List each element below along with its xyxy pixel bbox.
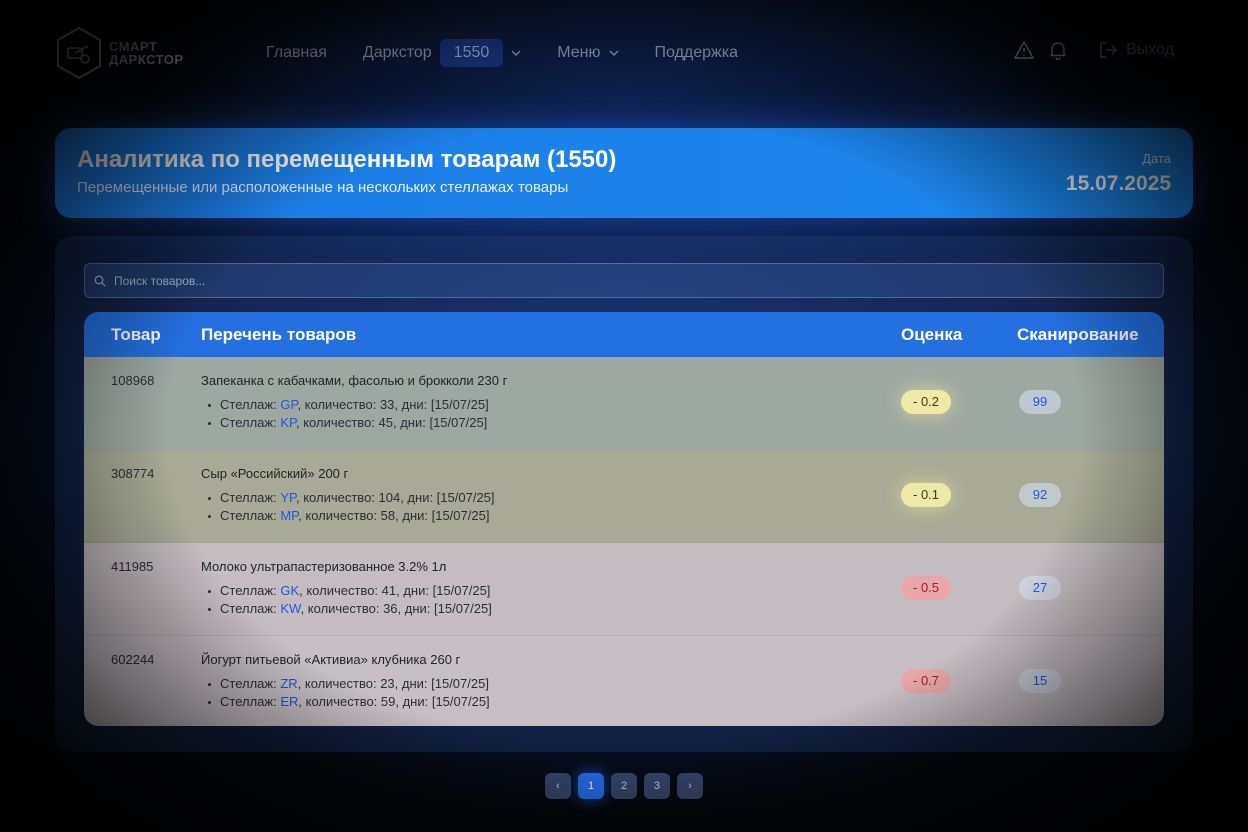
product-id: 602244: [111, 652, 155, 667]
product-name: Сыр «Российский» 200 г: [201, 466, 349, 481]
scan-count-badge[interactable]: 27: [1019, 576, 1061, 600]
nav-darkstore[interactable]: Даркстор 1550: [363, 39, 521, 67]
shelf-item: Стеллаж: YP, количество: 104, дни: [15/0…: [208, 489, 495, 507]
shelf-prefix: Стеллаж:: [220, 490, 281, 505]
score-badge: - 0.7: [901, 669, 952, 693]
column-header-scan[interactable]: Сканирование: [1017, 325, 1139, 345]
logout-button[interactable]: Выход: [1098, 40, 1174, 60]
nav-support-label: Поддержка: [654, 44, 738, 61]
shelf-list: Стеллаж: GK, количество: 41, дни: [15/07…: [208, 582, 492, 618]
scan-count-badge[interactable]: 15: [1019, 669, 1061, 693]
nav-support[interactable]: Поддержка: [655, 44, 738, 62]
product-id: 308774: [111, 466, 155, 481]
shelf-prefix: Стеллаж:: [220, 676, 281, 691]
table-header: Товар Перечень товаров Оценка Сканирован…: [84, 312, 1164, 357]
shelf-item: Стеллаж: ZR, количество: 23, дни: [15/07…: [208, 675, 490, 693]
product-name: Запеканка с кабачками, фасолью и броккол…: [201, 373, 508, 388]
page-button-3[interactable]: 3: [644, 773, 670, 799]
main-nav: Главная Даркстор 1550 Меню Поддержка: [266, 38, 774, 68]
shelf-prefix: Стеллаж:: [220, 694, 281, 709]
product-name: Йогурт питьевой «Активиа» клубника 260 г: [201, 652, 461, 667]
shelf-prefix: Стеллаж:: [220, 415, 281, 430]
shelf-list: Стеллаж: GP, количество: 33, дни: [15/07…: [208, 396, 489, 432]
score-badge: - 0.1: [901, 483, 952, 507]
page-subtitle: Перемещенные или расположенные на нескол…: [77, 179, 569, 196]
chevron-down-icon[interactable]: [511, 48, 521, 58]
page-title: Аналитика по перемещенным товарам (1550): [77, 146, 617, 173]
shelf-details: , количество: 33, дни: [15/07/25]: [297, 397, 489, 412]
column-header-list[interactable]: Перечень товаров: [201, 325, 356, 345]
shelf-code-link[interactable]: ZR: [280, 676, 297, 691]
shelf-code-link[interactable]: MP: [280, 508, 298, 523]
brand-name: СМАРТ ДАРКСТОР: [109, 40, 184, 66]
product-id: 108968: [111, 373, 155, 388]
pagination: ‹ 1 2 3 ›: [545, 773, 703, 799]
nav-menu-label: Меню: [557, 44, 601, 61]
column-header-score[interactable]: Оценка: [901, 325, 962, 345]
chevron-down-icon: [608, 50, 619, 57]
table-row[interactable]: 108968 Запеканка с кабачками, фасолью и …: [84, 357, 1164, 450]
products-table: Товар Перечень товаров Оценка Сканирован…: [84, 312, 1164, 726]
shelf-item: Стеллаж: GP, количество: 33, дни: [15/07…: [208, 396, 489, 414]
shelf-prefix: Стеллаж:: [220, 508, 281, 523]
scan-count-badge[interactable]: 92: [1019, 483, 1061, 507]
shelf-item: Стеллаж: ER, количество: 59, дни: [15/07…: [208, 693, 490, 711]
shelf-details: , количество: 23, дни: [15/07/25]: [297, 676, 489, 691]
logout-label: Выход: [1126, 41, 1174, 58]
search-input[interactable]: [112, 272, 1116, 289]
next-page-button[interactable]: ›: [677, 773, 703, 799]
nav-home-label: Главная: [266, 44, 327, 61]
shelf-code-link[interactable]: ER: [280, 694, 298, 709]
shelf-code-link[interactable]: YP: [280, 490, 296, 505]
logout-icon: [1100, 42, 1118, 58]
nav-darkstore-label: Даркстор: [362, 44, 432, 61]
shelf-code-link[interactable]: GK: [280, 583, 299, 598]
scan-count-badge[interactable]: 99: [1019, 390, 1061, 414]
table-row[interactable]: 411985 Молоко ультрапастеризованное 3.2%…: [84, 543, 1164, 636]
shelf-prefix: Стеллаж:: [220, 397, 281, 412]
darkstore-id-badge[interactable]: 1550: [439, 39, 504, 67]
nav-menu[interactable]: Меню: [557, 44, 619, 62]
bell-icon[interactable]: [1048, 40, 1068, 60]
shelf-prefix: Стеллаж:: [220, 583, 281, 598]
brand-line-2: ДАРКСТОР: [109, 52, 184, 67]
shelf-list: Стеллаж: YP, количество: 104, дни: [15/0…: [208, 489, 495, 525]
table-row[interactable]: 308774 Сыр «Российский» 200 г Стеллаж: Y…: [84, 450, 1164, 543]
top-navbar: СМАРТ ДАРКСТОР Главная Даркстор 1550 Мен…: [0, 0, 1248, 106]
shelf-code-link[interactable]: KP: [280, 415, 296, 430]
shelf-item: Стеллаж: KW, количество: 36, дни: [15/07…: [208, 600, 492, 618]
shelf-details: , количество: 41, дни: [15/07/25]: [299, 583, 491, 598]
search-box[interactable]: [84, 263, 1164, 298]
page-button-2[interactable]: 2: [611, 773, 637, 799]
nav-actions: Выход: [1014, 40, 1174, 60]
shelf-code-link[interactable]: GP: [280, 397, 297, 412]
prev-page-button[interactable]: ‹: [545, 773, 571, 799]
shelf-list: Стеллаж: ZR, количество: 23, дни: [15/07…: [208, 675, 490, 711]
warning-icon[interactable]: [1014, 40, 1034, 60]
shelf-details: , количество: 104, дни: [15/07/25]: [296, 490, 495, 505]
brand-logo[interactable]: СМАРТ ДАРКСТОР: [55, 26, 184, 80]
score-badge: - 0.2: [901, 390, 952, 414]
score-badge: - 0.5: [901, 576, 952, 600]
nav-home[interactable]: Главная: [266, 44, 327, 62]
shelf-details: , количество: 58, дни: [15/07/25]: [298, 508, 490, 523]
shelf-prefix: Стеллаж:: [220, 601, 281, 616]
search-icon: [94, 275, 106, 287]
column-header-product[interactable]: Товар: [111, 325, 161, 345]
shelf-code-link[interactable]: KW: [280, 601, 300, 616]
shelf-item: Стеллаж: KP, количество: 45, дни: [15/07…: [208, 414, 489, 432]
product-id: 411985: [111, 559, 154, 574]
product-name: Молоко ультрапастеризованное 3.2% 1л: [201, 559, 447, 574]
shelf-details: , количество: 45, дни: [15/07/25]: [296, 415, 488, 430]
page-header: Аналитика по перемещенным товарам (1550)…: [55, 128, 1193, 218]
shelf-item: Стеллаж: GK, количество: 41, дни: [15/07…: [208, 582, 492, 600]
shelf-details: , количество: 59, дни: [15/07/25]: [298, 694, 490, 709]
shelf-details: , количество: 36, дни: [15/07/25]: [300, 601, 492, 616]
date-value: 15.07.2025: [1065, 172, 1171, 195]
shelf-item: Стеллаж: MP, количество: 58, дни: [15/07…: [208, 507, 495, 525]
page-button-1[interactable]: 1: [578, 773, 604, 799]
logo-hexagon-icon: [57, 26, 101, 80]
table-row[interactable]: 602244 Йогурт питьевой «Активиа» клубник…: [84, 636, 1164, 726]
date-label: Дата: [1142, 151, 1171, 166]
